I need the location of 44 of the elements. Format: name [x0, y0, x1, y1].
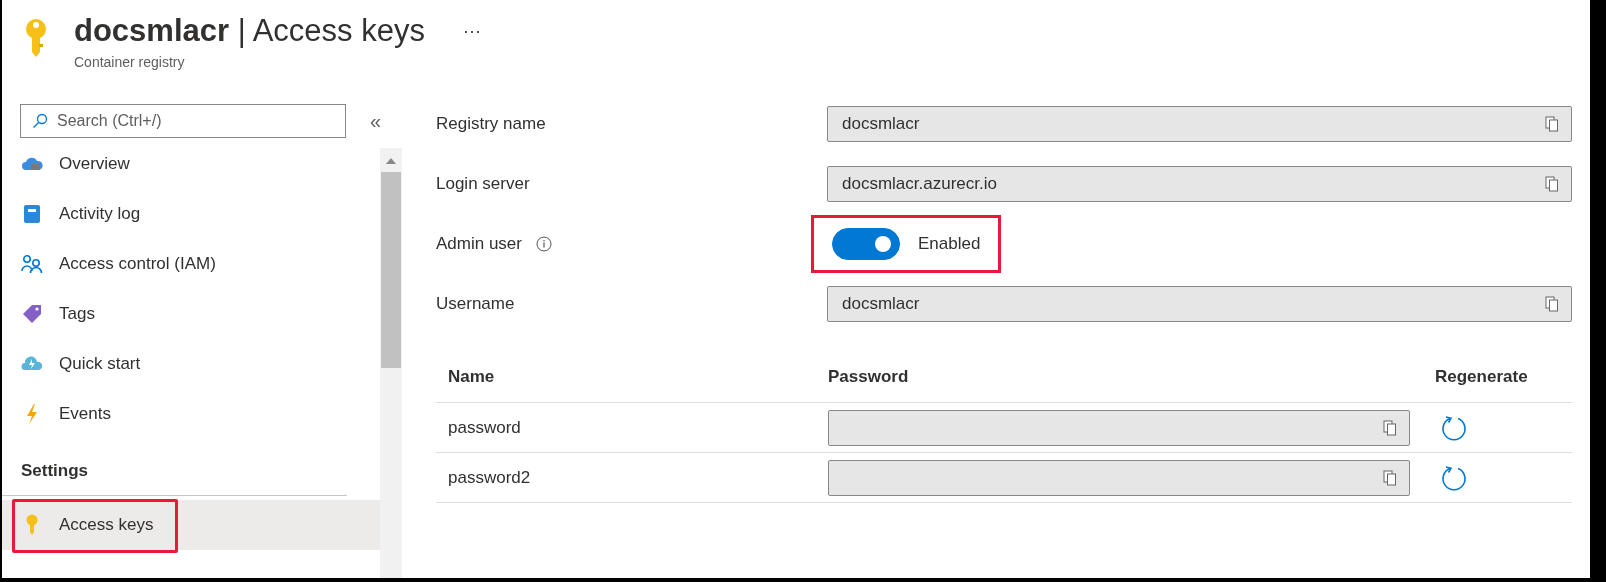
nav-item[interactable]: Overview — [2, 139, 380, 189]
copy-icon[interactable] — [1383, 469, 1397, 486]
collapse-button[interactable]: « — [364, 109, 388, 133]
password-field[interactable] — [828, 409, 1410, 446]
nav-item[interactable]: Tags — [2, 289, 380, 339]
column-header: Name — [447, 367, 496, 387]
read-only-field[interactable]: docsmlacr — [827, 106, 1572, 142]
copy-icon[interactable] — [1545, 176, 1559, 192]
nav-item[interactable]: Quick start — [2, 339, 380, 389]
read-only-field[interactable]: docsmlacr.azurecr.io — [827, 166, 1572, 202]
password-field[interactable] — [828, 459, 1410, 496]
refresh-icon[interactable] — [1441, 464, 1467, 491]
search-field[interactable]: Search (Ctrl+/) — [20, 104, 346, 138]
people-icon — [21, 254, 43, 274]
more-button[interactable]: ··· — [458, 20, 485, 42]
copy-icon[interactable] — [1383, 419, 1397, 436]
book-icon — [21, 204, 43, 224]
field-label: Registry name — [436, 114, 546, 134]
page-subtitle: Container registry — [74, 54, 186, 70]
cloud-icon — [21, 356, 43, 372]
copy-icon[interactable] — [1545, 296, 1559, 312]
read-only-field[interactable]: docsmlacr — [827, 286, 1572, 322]
field-label: Username — [436, 294, 515, 314]
column-header: Password — [828, 367, 910, 387]
nav-item[interactable]: Events — [2, 389, 380, 439]
column-header: Regenerate — [1435, 367, 1529, 387]
scroll-up-icon — [386, 158, 396, 164]
page-title: docsmlacr | Access keys — [74, 12, 425, 50]
tag-icon — [21, 304, 43, 324]
section-heading: Settings — [2, 439, 347, 496]
copy-icon[interactable] — [1545, 116, 1559, 132]
nav-item[interactable]: Access control (IAM) — [2, 239, 380, 289]
nav-item[interactable]: Access keys — [2, 500, 380, 550]
nav-item[interactable]: Activity log — [2, 189, 380, 239]
refresh-icon[interactable] — [1441, 414, 1467, 441]
toggle-switch[interactable] — [832, 228, 900, 260]
field-label: Admin user — [436, 234, 522, 254]
table-cell-text: password — [447, 417, 522, 438]
cloud-icon — [21, 155, 43, 173]
table-cell-text: password2 — [447, 467, 532, 488]
key-icon — [24, 18, 48, 58]
scrollbar[interactable] — [380, 148, 402, 578]
toggle-state: Enabled — [918, 234, 981, 254]
field-label: Login server — [436, 174, 530, 194]
